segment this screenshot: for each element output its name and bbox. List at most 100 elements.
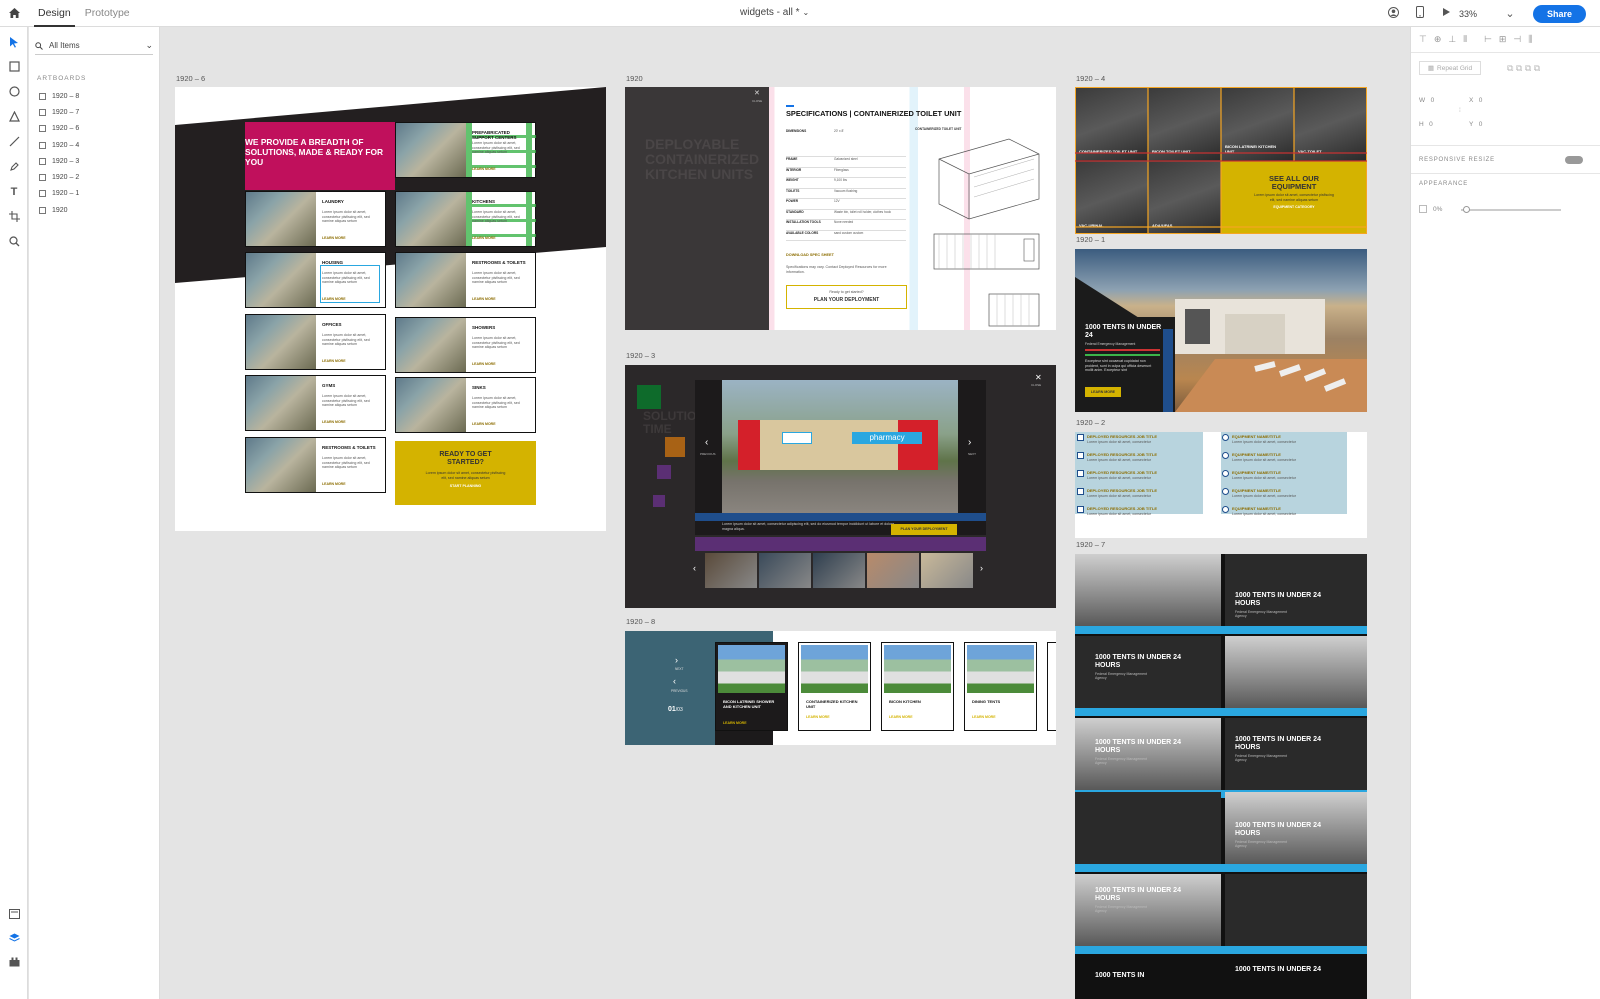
artboard-1920-1[interactable]: 1000 TENTS IN UNDER 24 Federal Emergency… <box>1075 249 1367 412</box>
plan-deployment-box[interactable]: Ready to get started? PLAN YOUR DEPLOYME… <box>786 285 907 309</box>
learn-more-button[interactable]: LEARN MORE <box>1085 387 1121 397</box>
close-icon[interactable]: ✕ <box>1035 373 1042 382</box>
gallery-thumbnail[interactable] <box>867 553 919 588</box>
artboard-1920-7[interactable]: 1000 TENTS IN UNDER 24 HOURS Federal Emer… <box>1075 554 1367 999</box>
opacity-slider-knob[interactable] <box>1463 206 1470 213</box>
learn-more-link[interactable]: LEARN MORE <box>322 236 346 240</box>
carousel-card[interactable]: BICON LATRINE/ SHOWER AND KITCHEN UNIT LE… <box>715 642 788 731</box>
learn-more-link[interactable]: LEARN MORE <box>472 167 496 171</box>
plan-deployment-button[interactable]: PLAN YOUR DEPLOYMENT <box>891 524 957 535</box>
boolean-icons[interactable]: ⧉ ⧉ ⧉ ⧉ <box>1507 63 1540 74</box>
artboard-label[interactable]: 1920 – 1 <box>1076 235 1105 244</box>
artboard-label[interactable]: 1920 – 7 <box>1076 540 1105 549</box>
learn-more-link[interactable]: LEARN MORE <box>972 715 996 719</box>
align-right-icon[interactable]: ⊣ <box>1513 34 1521 45</box>
gallery-thumbnail[interactable] <box>921 553 973 588</box>
learn-more-link[interactable]: LEARN MORE <box>723 721 747 725</box>
chevron-left-icon[interactable]: ‹ <box>673 676 676 686</box>
cta-link[interactable]: START PLANNING <box>395 484 536 488</box>
opacity-value[interactable]: 0% <box>1433 206 1442 213</box>
learn-more-link[interactable]: LEARN MORE <box>889 715 913 719</box>
carousel-card[interactable]: BICON KITCHEN LEARN MORE <box>881 642 954 731</box>
download-link[interactable]: DOWNLOAD SPEC SHEET <box>786 253 834 257</box>
artboard-label[interactable]: 1920 – 3 <box>626 351 655 360</box>
zoom-tool-icon[interactable] <box>0 229 28 254</box>
select-tool-icon[interactable] <box>0 29 28 54</box>
artboard-1920-2[interactable]: DEPLOYED RESOURCES JOB TITLE Lorem ipsum … <box>1075 432 1367 538</box>
learn-more-link[interactable]: LEARN MORE <box>322 482 346 486</box>
solution-card[interactable]: RESTROOMS & TOILETS Lorem ipsum dolor sit… <box>245 437 386 493</box>
artboard-1920-3[interactable]: SOLUTIONS YOU TIME pharmacy ‹ PREVIOUS ›… <box>625 365 1056 608</box>
zoom-level[interactable]: 33% <box>1459 9 1497 19</box>
learn-more-link[interactable]: LEARN MORE <box>472 362 496 366</box>
gallery-thumbnail[interactable] <box>759 553 811 588</box>
learn-more-link[interactable]: LEARN MORE <box>472 297 496 301</box>
artboard-1920-8[interactable]: › NEXT ‹ PREVIOUS 01/03 BICON LATRINE/ S… <box>625 631 1056 745</box>
learn-more-link[interactable]: LEARN MORE <box>472 422 496 426</box>
layer-item[interactable]: 1920 – 3 <box>29 153 159 169</box>
learn-more-link[interactable]: LEARN MORE <box>806 715 830 719</box>
layers-icon[interactable] <box>0 933 28 946</box>
artboard-label[interactable]: 1920 <box>626 74 643 83</box>
layer-item[interactable]: 1920 – 4 <box>29 137 159 153</box>
align-center-icon[interactable]: ⊞ <box>1499 34 1507 45</box>
align-bottom-icon[interactable]: ⊥ <box>1448 34 1456 45</box>
tab-design[interactable]: Design <box>34 0 75 27</box>
share-button[interactable]: Share <box>1532 4 1586 23</box>
distribute-icon[interactable]: ⫴ <box>1463 34 1467 45</box>
distribute-h-icon[interactable]: ⫼ <box>1528 34 1532 45</box>
home-icon[interactable] <box>0 0 28 27</box>
layer-item[interactable]: 1920 – 1 <box>29 186 159 202</box>
polygon-tool-icon[interactable] <box>0 104 28 129</box>
solution-card[interactable]: RESTROOMS & TOILETS Lorem ipsum dolor sit… <box>395 252 536 308</box>
align-left-icon[interactable]: ⊢ <box>1484 34 1492 45</box>
user-icon[interactable] <box>1381 6 1407 21</box>
tab-prototype[interactable]: Prototype <box>81 0 134 27</box>
layers-search[interactable]: All Items ⌄ <box>35 37 153 55</box>
align-middle-icon[interactable]: ⊕ <box>1434 34 1442 45</box>
artboard-1920-6[interactable]: WE PROVIDE A BREADTH OF SOLUTIONS, MADE … <box>175 87 606 531</box>
close-icon[interactable]: ✕ <box>754 89 760 97</box>
artboard-label[interactable]: 1920 – 8 <box>626 617 655 626</box>
responsive-resize-toggle[interactable] <box>1565 156 1583 164</box>
lock-aspect-icon[interactable]: ⁞ <box>1459 107 1461 114</box>
story-tile[interactable] <box>1225 636 1367 710</box>
solution-card[interactable]: LAUNDRY Lorem ipsum dolor sit amet, conse… <box>245 191 386 247</box>
layer-item[interactable]: 1920 – 6 <box>29 121 159 137</box>
story-tile[interactable] <box>1225 874 1367 948</box>
chevron-right-icon[interactable]: › <box>675 655 678 665</box>
text-tool-icon[interactable]: T <box>0 179 28 204</box>
pen-tool-icon[interactable] <box>0 154 28 179</box>
solution-card[interactable]: SHOWERS Lorem ipsum dolor sit amet, conse… <box>395 317 536 373</box>
rectangle-tool-icon[interactable] <box>0 54 28 79</box>
gallery-thumbnail[interactable] <box>705 553 757 588</box>
artboard-label[interactable]: 1920 – 6 <box>176 74 205 83</box>
repeat-grid-button[interactable]: ▦ Repeat Grid <box>1419 61 1481 75</box>
ellipse-tool-icon[interactable] <box>0 79 28 104</box>
artboard-1920-4[interactable]: CONTAINERIZED TOILET UNIT BICON TOILET UN… <box>1075 87 1367 234</box>
solution-card[interactable]: KITCHENS Lorem ipsum dolor sit amet, cons… <box>395 191 536 247</box>
chevron-right-icon[interactable]: › <box>968 437 971 448</box>
carousel-card[interactable]: CONTAINERIZED KITCHEN UNIT LEARN MORE <box>798 642 871 731</box>
x-field[interactable]: X 0 <box>1469 97 1482 104</box>
chevron-right-icon[interactable]: › <box>980 563 983 573</box>
layer-item[interactable]: 1920 – 2 <box>29 169 159 185</box>
chevron-down-icon[interactable]: ⌄ <box>145 40 153 51</box>
layer-item[interactable]: 1920 <box>29 202 159 218</box>
artboard-label[interactable]: 1920 – 2 <box>1076 418 1105 427</box>
artboard-tool-icon[interactable] <box>0 204 28 229</box>
height-field[interactable]: H 0 <box>1419 121 1433 128</box>
device-preview-icon[interactable] <box>1407 6 1433 21</box>
solution-card[interactable]: GYMS Lorem ipsum dolor sit amet, consecte… <box>245 375 386 431</box>
align-top-icon[interactable]: ⊤ <box>1419 34 1427 45</box>
chevron-left-icon[interactable]: ‹ <box>693 563 696 573</box>
artboard-label[interactable]: 1920 – 4 <box>1076 74 1105 83</box>
layer-item[interactable]: 1920 – 7 <box>29 104 159 120</box>
plugins-icon[interactable] <box>0 957 28 970</box>
solution-card[interactable]: SINKS Lorem ipsum dolor sit amet, consect… <box>395 377 536 433</box>
learn-more-link[interactable]: LEARN MORE <box>322 359 346 363</box>
plan-deployment-link[interactable]: PLAN YOUR DEPLOYMENT <box>787 297 906 303</box>
play-icon[interactable] <box>1433 7 1459 20</box>
learn-more-link[interactable]: LEARN MORE <box>322 420 346 424</box>
line-tool-icon[interactable] <box>0 129 28 154</box>
